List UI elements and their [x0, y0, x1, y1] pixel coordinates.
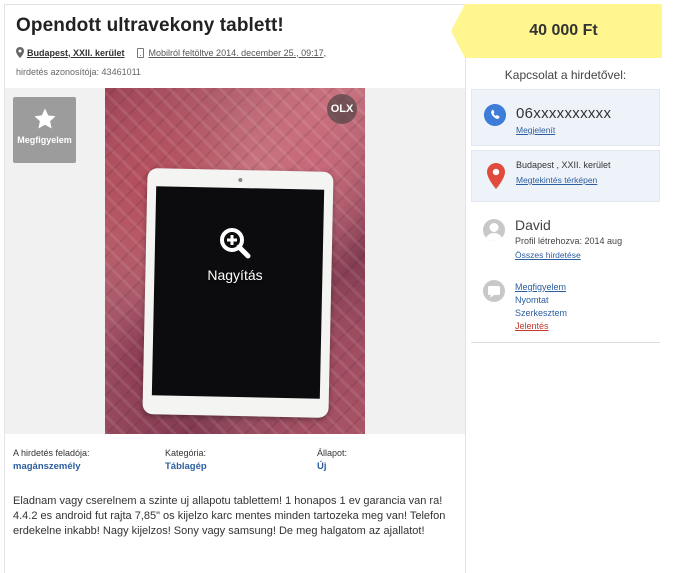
star-icon — [34, 108, 55, 129]
zoom-label: Nagyítás — [207, 267, 263, 283]
ad-id: hirdetés azonosítója: 43461011 — [16, 67, 141, 77]
detail-key: A hirdetés feladója: — [13, 448, 90, 458]
watch-button[interactable]: Megfigyelem — [13, 97, 76, 163]
seller-name: David — [515, 217, 551, 233]
edit-link[interactable]: Szerkesztem — [515, 307, 567, 320]
zoom-button[interactable]: Nagyítás — [105, 226, 365, 283]
all-ads-link[interactable]: Összes hirdetése — [515, 250, 581, 260]
detail-value[interactable]: Táblagép — [165, 461, 207, 472]
report-link[interactable]: Jelentés — [515, 320, 567, 333]
phone-number: 06xxxxxxxxxx — [516, 105, 612, 122]
price: 40 000 Ft — [529, 22, 598, 39]
action-links: Megfigyelem Nyomtat Szerkesztem Jelentés — [515, 281, 567, 333]
posted-date: Mobilról feltöltve 2014. december 25., 0… — [148, 47, 327, 58]
photo-gallery[interactable]: OLX Nagyítás Megfigyelem — [5, 88, 465, 434]
mobile-icon — [136, 47, 144, 58]
detail-value[interactable]: magánszemély — [13, 461, 90, 472]
location-pin-icon — [16, 47, 24, 58]
ad-meta: Budapest, XXII. kerület Mobilról feltölt… — [16, 47, 326, 58]
detail-key: Kategória: — [165, 448, 207, 458]
detail-value[interactable]: Új — [317, 461, 347, 472]
ad-title: Opendott ultravekony tablett! — [16, 15, 284, 36]
detail-category: Kategória: Táblagép — [165, 448, 207, 472]
divider — [471, 342, 660, 343]
phone-card: 06xxxxxxxxxx Megjelenít — [471, 89, 660, 146]
zoom-icon — [220, 228, 251, 259]
ad-description: Eladnam vagy cserelnem a szinte uj allap… — [13, 495, 446, 537]
location-card: Budapest , XXII. kerület Megtekintés tér… — [471, 150, 660, 202]
price-tag: 40 000 Ft — [451, 4, 662, 58]
ad-location-link[interactable]: Budapest, XXII. kerület — [27, 48, 125, 58]
detail-condition: Állapot: Új — [317, 448, 347, 472]
location-text: Budapest , XXII. kerület — [516, 160, 611, 170]
ad-panel: Opendott ultravekony tablett! Budapest, … — [4, 4, 466, 573]
phone-icon — [484, 104, 506, 126]
map-pin-icon — [487, 163, 505, 189]
watch-link[interactable]: Megfigyelem — [515, 281, 567, 294]
watermark-logo: OLX — [327, 94, 357, 124]
view-on-map-link[interactable]: Megtekintés térképen — [516, 175, 597, 185]
chat-bubble-icon — [483, 280, 505, 302]
show-phone-link[interactable]: Megjelenít — [516, 125, 555, 135]
contact-title: Kapcsolat a hirdetővel: — [504, 68, 627, 82]
detail-seller: A hirdetés feladója: magánszemély — [13, 448, 90, 472]
detail-key: Állapot: — [317, 448, 348, 458]
profile-created: Profil létrehozva: 2014 aug — [515, 236, 623, 246]
tablet-image — [142, 168, 334, 418]
watch-label: Megfigyelem — [17, 135, 72, 145]
print-link[interactable]: Nyomtat — [515, 294, 567, 307]
avatar-icon — [483, 219, 505, 241]
